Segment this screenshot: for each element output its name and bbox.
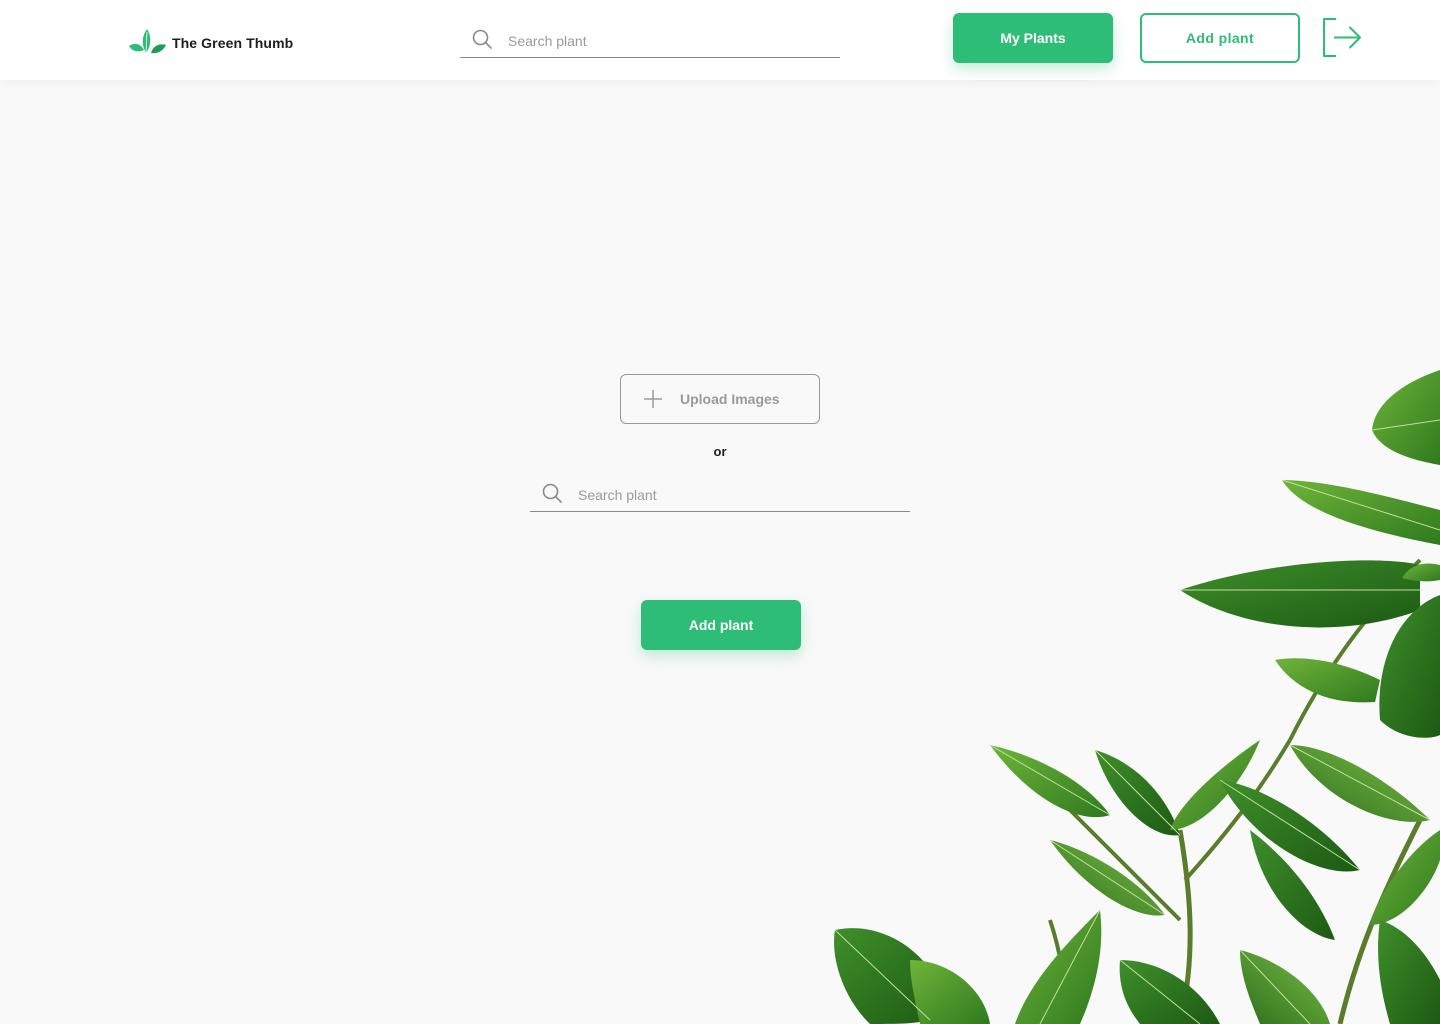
- add-plant-header-label: Add plant: [1185, 30, 1255, 46]
- my-plants-button[interactable]: My Plants: [953, 13, 1113, 63]
- logout-icon[interactable]: [1318, 14, 1366, 62]
- brand-name: The Green Thumb: [172, 35, 294, 51]
- leaf-logo-icon: [129, 29, 166, 54]
- search-icon: [472, 29, 492, 49]
- top-nav: The Green Thumb My Plants Add plant: [0, 0, 1440, 80]
- search-input[interactable]: [508, 30, 808, 52]
- add-plant-button[interactable]: Add plant: [641, 600, 801, 650]
- plus-icon: [644, 390, 662, 408]
- or-divider-text: or: [713, 444, 727, 459]
- my-plants-label: My Plants: [1000, 30, 1066, 46]
- search-icon: [542, 483, 562, 503]
- brand[interactable]: The Green Thumb: [126, 28, 293, 58]
- add-plant-label: Add plant: [688, 617, 754, 633]
- ficus-plant-image: [834, 370, 1440, 1024]
- add-plant-header-button[interactable]: Add plant: [1140, 13, 1300, 63]
- upload-images-button[interactable]: Upload Images: [620, 374, 820, 424]
- page: The Green Thumb My Plants Add plant Uplo…: [0, 0, 1440, 1024]
- upload-images-label: Upload Images: [680, 391, 780, 407]
- header-search: [460, 20, 840, 58]
